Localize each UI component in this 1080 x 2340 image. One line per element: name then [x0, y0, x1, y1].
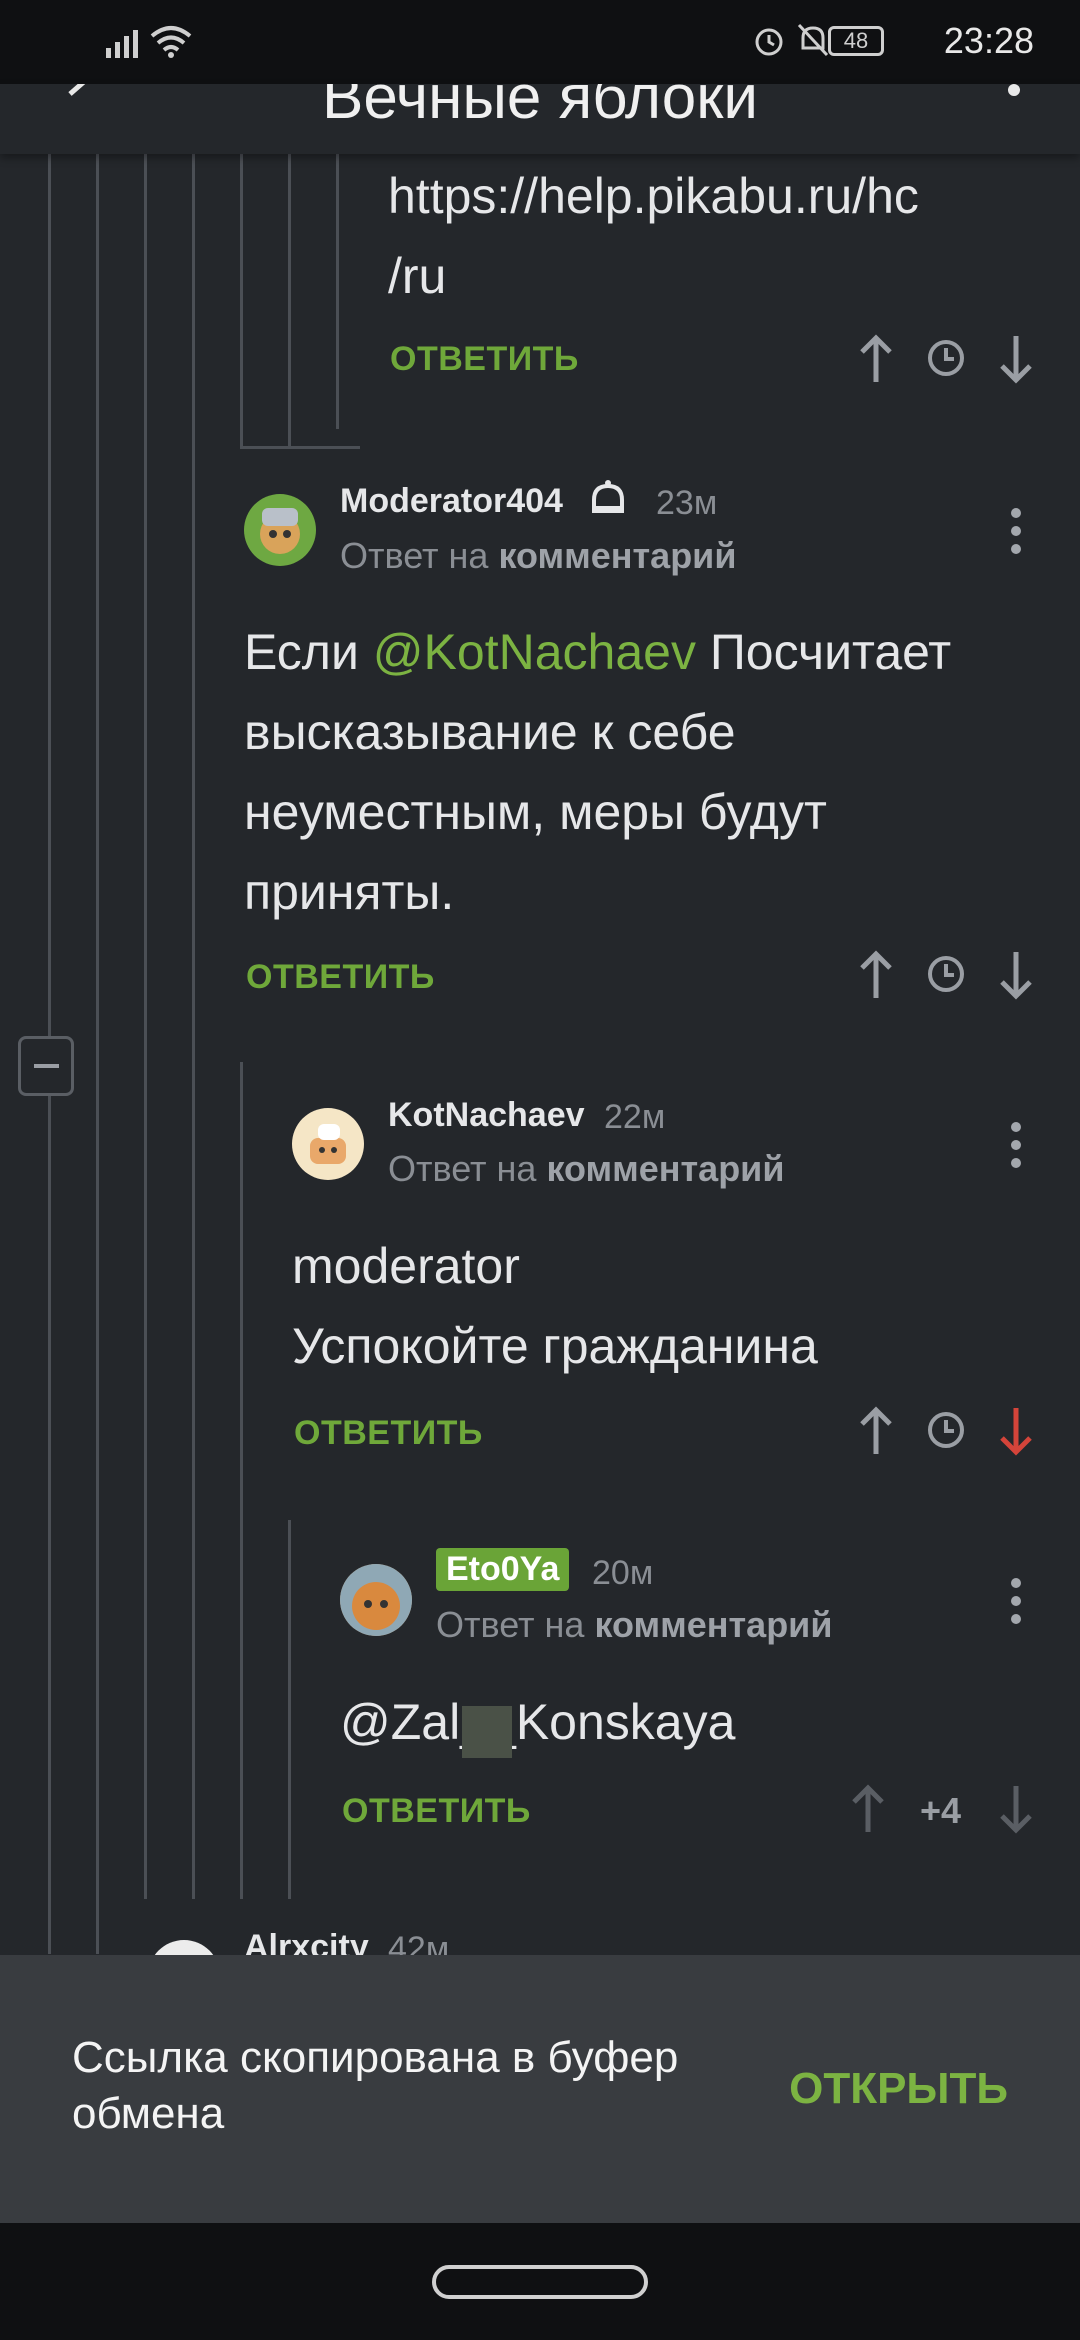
clock-icon[interactable]: [926, 954, 966, 994]
collapse-thread-button[interactable]: [18, 1036, 74, 1096]
comment-time: 23м: [656, 484, 718, 522]
avatar[interactable]: [340, 1564, 412, 1636]
upvote-icon[interactable]: [856, 1404, 896, 1458]
more-menu-icon[interactable]: [1008, 84, 1020, 96]
mention-link[interactable]: @KotNachaev: [373, 624, 696, 680]
comment-menu-icon[interactable]: [1011, 1578, 1023, 1632]
thread-line[interactable]: [144, 154, 147, 1899]
reply-to-line: Ответ на комментарий: [388, 1148, 785, 1189]
avatar[interactable]: [292, 1108, 364, 1180]
signal-icon: [106, 30, 138, 58]
thread-line[interactable]: [336, 154, 339, 429]
avatar[interactable]: [244, 494, 316, 566]
thread-line[interactable]: [240, 1062, 243, 1899]
page-title: Вечные яблоки: [322, 84, 758, 132]
thread-connector: [240, 446, 360, 449]
author-badge[interactable]: Eto0Ya: [436, 1548, 570, 1591]
comment-menu-icon[interactable]: [1011, 508, 1023, 562]
reply-button[interactable]: ОТВЕТИТЬ: [246, 958, 435, 997]
comment-link[interactable]: https://help.pikabu.ru/hc /ru: [388, 156, 919, 316]
rating: +4: [920, 1790, 962, 1831]
downvote-icon[interactable]: [996, 1782, 1036, 1836]
wifi-icon: [150, 26, 192, 58]
reply-button[interactable]: ОТВЕТИТЬ: [342, 1792, 531, 1831]
censor-blur: [462, 1706, 512, 1758]
clock-icon[interactable]: [926, 338, 966, 378]
upvote-icon[interactable]: [848, 1782, 888, 1836]
downvote-icon[interactable]: [996, 948, 1036, 1002]
reply-button[interactable]: ОТВЕТИТЬ: [294, 1414, 483, 1453]
moderator-badge-icon: [592, 480, 624, 513]
clock: 23:28: [943, 20, 1034, 61]
reply-to-line: Ответ на комментарий: [340, 535, 737, 576]
thread-line[interactable]: [96, 154, 99, 1954]
mute-bell-icon: [797, 23, 829, 57]
comment-menu-icon[interactable]: [1011, 1122, 1023, 1176]
thread-line[interactable]: [288, 154, 291, 447]
reply-button[interactable]: ОТВЕТИТЬ: [390, 340, 579, 379]
clock-icon[interactable]: [926, 1410, 966, 1450]
upvote-icon[interactable]: [856, 332, 896, 386]
reply-to-line: Ответ на комментарий: [436, 1604, 833, 1645]
home-gesture-handle[interactable]: [432, 2265, 648, 2299]
comment-time: 22м: [604, 1098, 666, 1136]
battery-indicator: 48: [828, 26, 884, 56]
comment-author[interactable]: KotNachaev: [388, 1096, 585, 1135]
comment-time: 20м: [592, 1554, 654, 1592]
reply-to-link[interactable]: комментарий: [498, 535, 736, 576]
alarm-icon: [755, 28, 783, 56]
snackbar-message: Ссылка скопирована в буфер обмена: [72, 2033, 679, 2138]
top-app-bar: Вечные яблоки: [0, 84, 1080, 154]
reply-to-link[interactable]: комментарий: [594, 1604, 832, 1645]
snackbar-open-button[interactable]: ОТКРЫТЬ: [789, 2064, 1008, 2114]
comment-author[interactable]: Moderator404: [340, 482, 563, 521]
thread-line[interactable]: [192, 154, 195, 1899]
reply-to-link[interactable]: комментарий: [546, 1148, 784, 1189]
thread-line[interactable]: [240, 154, 243, 447]
mention-link[interactable]: @Zal__Konskaya: [340, 1682, 735, 1762]
downvote-icon[interactable]: [996, 332, 1036, 386]
downvote-icon-active[interactable]: [996, 1404, 1036, 1458]
comment-text: moderator Успокойте гражданина: [292, 1238, 818, 1374]
comment-text: Если @KotNachaev Посчитает высказывание …: [244, 624, 952, 920]
thread-line[interactable]: [288, 1520, 291, 1899]
status-bar: 48 23:28: [0, 0, 1080, 84]
upvote-icon[interactable]: [856, 948, 896, 1002]
